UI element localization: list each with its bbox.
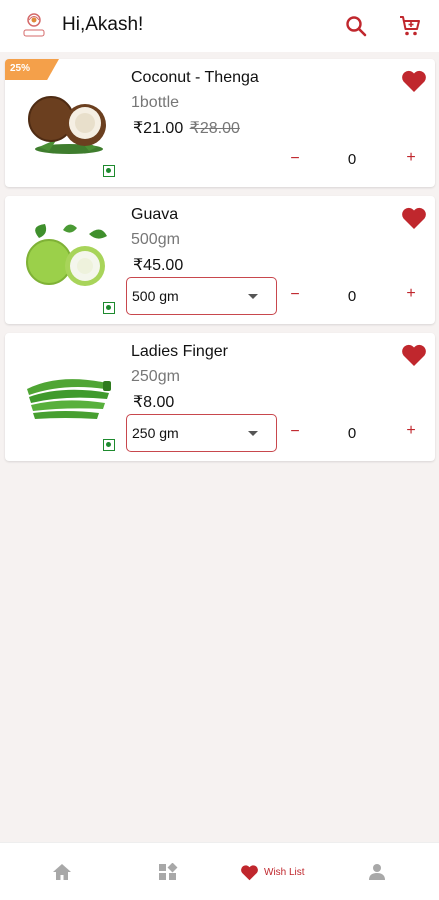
user-icon (369, 864, 385, 880)
discount-badge: 25% (5, 59, 59, 80)
nav-wishlist[interactable]: Wish List (240, 843, 305, 900)
price-value: ₹21.00 (133, 120, 184, 137)
categories-icon (159, 863, 178, 880)
bottom-navigation: Wish List (0, 842, 439, 900)
coconut-image (28, 96, 106, 154)
product-quantity: 1bottle (131, 94, 180, 111)
app-header: Hi,Akash! (0, 0, 439, 52)
product-name: Ladies Finger (131, 343, 228, 360)
nav-categories[interactable] (158, 843, 178, 900)
weight-select[interactable]: 500 gm (126, 277, 277, 315)
increase-quantity-button[interactable]: + (403, 150, 419, 166)
product-price: ₹21.00 ₹28.00 (133, 118, 240, 138)
greeting-text: Hi,Akash! (62, 14, 144, 35)
guava-image (26, 224, 107, 286)
product-quantity: 500gm (131, 231, 180, 248)
cart-count: 0 (347, 425, 357, 442)
store-logo-icon (23, 13, 45, 37)
product-price: ₹8.00 (133, 392, 174, 412)
nav-home[interactable] (52, 843, 72, 900)
wishlist-heart-icon[interactable] (401, 206, 427, 230)
cart-count: 0 (347, 151, 357, 168)
decrease-quantity-button[interactable]: − (287, 424, 303, 440)
okra-image (27, 379, 111, 419)
nav-account[interactable] (368, 843, 386, 900)
weight-select[interactable]: 250 gm (126, 414, 277, 452)
veg-indicator-icon (103, 439, 115, 451)
chevron-down-icon (248, 294, 258, 299)
product-card-ladies-finger[interactable]: Ladies Finger 250gm ₹8.00 250 gm − 0 + (5, 333, 435, 461)
product-quantity: 250gm (131, 368, 180, 385)
cart-icon[interactable] (398, 14, 422, 38)
wishlist-heart-icon[interactable] (401, 69, 427, 93)
chevron-down-icon (248, 431, 258, 436)
cart-count: 0 (347, 288, 357, 305)
heart-icon (241, 864, 258, 880)
product-price: ₹45.00 (133, 255, 183, 275)
veg-indicator-icon (103, 302, 115, 314)
search-icon[interactable] (344, 14, 368, 38)
increase-quantity-button[interactable]: + (403, 286, 419, 302)
selected-weight: 250 gm (132, 425, 179, 441)
decrease-quantity-button[interactable]: − (287, 287, 303, 303)
veg-indicator-icon (103, 165, 115, 177)
mrp-value: ₹28.00 (189, 120, 240, 137)
product-name: Coconut - Thenga (131, 69, 259, 86)
selected-weight: 500 gm (132, 288, 179, 304)
price-value: ₹8.00 (133, 394, 175, 411)
product-name: Guava (131, 206, 179, 223)
product-card-guava[interactable]: Guava 500gm ₹45.00 500 gm − 0 + (5, 196, 435, 324)
home-icon (53, 864, 71, 880)
increase-quantity-button[interactable]: + (403, 423, 419, 439)
price-value: ₹45.00 (133, 257, 184, 274)
nav-wishlist-label: Wish List (264, 866, 305, 878)
decrease-quantity-button[interactable]: − (287, 151, 303, 167)
wishlist-heart-icon[interactable] (401, 343, 427, 367)
product-card-coconut[interactable]: 25% Coconut - Thenga 1bottle ₹21.00 ₹28.… (5, 59, 435, 187)
